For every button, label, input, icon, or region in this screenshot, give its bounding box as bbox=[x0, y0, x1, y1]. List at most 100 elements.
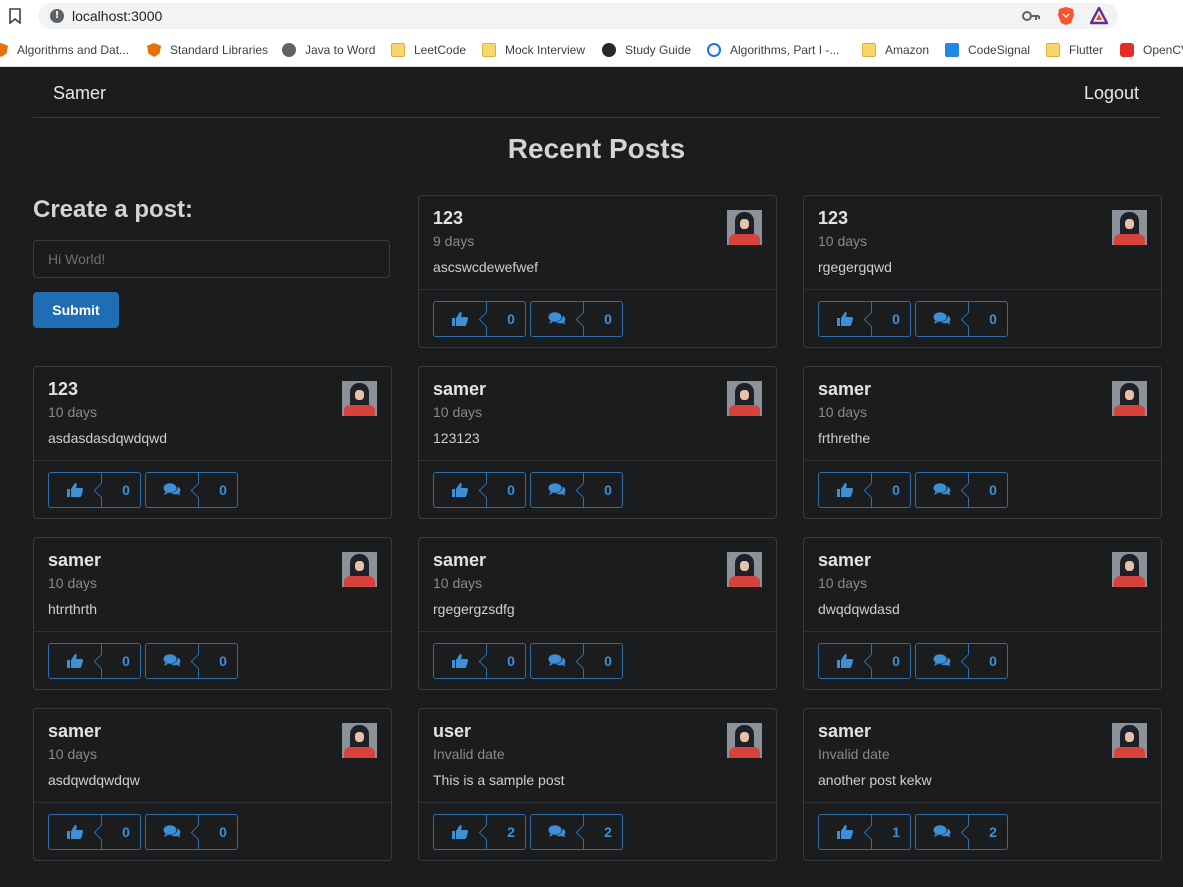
avatar-face bbox=[355, 732, 364, 742]
comment-count[interactable]: 2 bbox=[969, 814, 1008, 850]
post-author[interactable]: samer bbox=[818, 721, 871, 742]
like-button[interactable]: 0 bbox=[433, 472, 526, 508]
comment-button[interactable]: 0 bbox=[530, 301, 623, 337]
like-count[interactable]: 0 bbox=[872, 643, 911, 679]
avatar-shirt bbox=[344, 747, 375, 758]
bookmark-item[interactable]: Amazon bbox=[862, 40, 929, 60]
post-author[interactable]: samer bbox=[433, 550, 486, 571]
brand-link[interactable]: Samer bbox=[53, 83, 106, 104]
post-date[interactable]: 9 days bbox=[433, 233, 474, 249]
thumbs-up-icon bbox=[452, 825, 469, 839]
post-author[interactable]: samer bbox=[818, 550, 871, 571]
comment-count[interactable]: 2 bbox=[584, 814, 623, 850]
comment-count[interactable]: 0 bbox=[199, 472, 238, 508]
comment-button[interactable]: 0 bbox=[145, 643, 238, 679]
bookmark-item[interactable]: Standard Libraries bbox=[147, 40, 268, 60]
post-date[interactable]: 10 days bbox=[433, 575, 482, 591]
like-button[interactable]: 2 bbox=[433, 814, 526, 850]
bookmark-item[interactable]: OpenCV bbox=[1120, 40, 1183, 60]
comment-button[interactable]: 0 bbox=[915, 301, 1008, 337]
like-button[interactable]: 0 bbox=[48, 643, 141, 679]
post-date[interactable]: 10 days bbox=[818, 404, 867, 420]
bookmark-item[interactable]: Mock Interview bbox=[482, 40, 585, 60]
like-button[interactable]: 0 bbox=[433, 301, 526, 337]
comment-count[interactable]: 0 bbox=[199, 643, 238, 679]
bookmark-item[interactable]: CodeSignal bbox=[945, 40, 1030, 60]
comment-button[interactable]: 0 bbox=[915, 643, 1008, 679]
comment-button[interactable]: 0 bbox=[530, 643, 623, 679]
comment-count[interactable]: 0 bbox=[584, 301, 623, 337]
like-button[interactable]: 1 bbox=[818, 814, 911, 850]
like-count[interactable]: 0 bbox=[487, 301, 526, 337]
brave-rewards-icon[interactable] bbox=[1090, 7, 1108, 25]
comments-icon bbox=[933, 654, 951, 667]
bookmark-item[interactable]: Study Guide bbox=[602, 40, 691, 60]
post-date[interactable]: 10 days bbox=[48, 746, 97, 762]
comment-count[interactable]: 0 bbox=[199, 814, 238, 850]
key-icon[interactable] bbox=[1022, 9, 1040, 23]
like-count[interactable]: 1 bbox=[872, 814, 911, 850]
like-count[interactable]: 0 bbox=[102, 472, 141, 508]
post-date[interactable]: Invalid date bbox=[818, 746, 890, 762]
post-actions: 1 2 bbox=[818, 814, 1012, 850]
post-author[interactable]: 123 bbox=[433, 208, 463, 229]
post-author[interactable]: samer bbox=[818, 379, 871, 400]
comment-button[interactable]: 0 bbox=[915, 472, 1008, 508]
bookmark-item[interactable]: Algorithms, Part I -... bbox=[707, 40, 839, 60]
card-divider bbox=[804, 289, 1161, 290]
comment-button[interactable]: 0 bbox=[145, 472, 238, 508]
like-button[interactable]: 0 bbox=[433, 643, 526, 679]
like-count[interactable]: 0 bbox=[102, 814, 141, 850]
post-input[interactable] bbox=[33, 240, 390, 278]
bookmark-item[interactable]: Java to Word bbox=[282, 40, 375, 60]
post-body: htrrthrth bbox=[48, 601, 98, 617]
post-date[interactable]: Invalid date bbox=[433, 746, 505, 762]
like-button[interactable]: 0 bbox=[818, 301, 911, 337]
post-date[interactable]: 10 days bbox=[48, 575, 97, 591]
logout-link[interactable]: Logout bbox=[1084, 83, 1139, 104]
post-author[interactable]: samer bbox=[433, 379, 486, 400]
comment-button[interactable]: 2 bbox=[915, 814, 1008, 850]
info-icon[interactable]: ! bbox=[50, 9, 64, 23]
avatar-face bbox=[740, 732, 749, 742]
post-date[interactable]: 10 days bbox=[433, 404, 482, 420]
like-button[interactable]: 0 bbox=[48, 472, 141, 508]
bookmark-icon[interactable] bbox=[9, 8, 21, 24]
comment-count[interactable]: 0 bbox=[969, 643, 1008, 679]
like-count[interactable]: 2 bbox=[487, 814, 526, 850]
comment-button[interactable]: 0 bbox=[530, 472, 623, 508]
submit-button[interactable]: Submit bbox=[33, 292, 119, 328]
post-date[interactable]: 10 days bbox=[818, 233, 867, 249]
comment-count[interactable]: 0 bbox=[969, 301, 1008, 337]
bookmark-item[interactable]: Algorithms and Dat... bbox=[0, 40, 129, 60]
post-date[interactable]: 10 days bbox=[818, 575, 867, 591]
like-count[interactable]: 0 bbox=[872, 472, 911, 508]
like-button[interactable]: 0 bbox=[818, 472, 911, 508]
comment-count[interactable]: 0 bbox=[584, 643, 623, 679]
page-title: Recent Posts bbox=[507, 133, 686, 164]
comment-count[interactable]: 0 bbox=[969, 472, 1008, 508]
bookmark-item[interactable]: LeetCode bbox=[391, 40, 466, 60]
avatar-shirt bbox=[344, 576, 375, 587]
address-bar[interactable]: ! localhost:3000 bbox=[38, 3, 1118, 29]
like-button[interactable]: 0 bbox=[818, 643, 911, 679]
like-button[interactable]: 0 bbox=[48, 814, 141, 850]
comment-button[interactable]: 0 bbox=[145, 814, 238, 850]
bookmark-item[interactable]: Flutter bbox=[1046, 40, 1103, 60]
brave-shield-icon[interactable] bbox=[1057, 6, 1075, 26]
url-text[interactable]: localhost:3000 bbox=[72, 8, 162, 24]
post-author[interactable]: 123 bbox=[818, 208, 848, 229]
comment-count[interactable]: 0 bbox=[584, 472, 623, 508]
post-author[interactable]: 123 bbox=[48, 379, 78, 400]
bookmark-label: Amazon bbox=[885, 43, 930, 57]
like-count[interactable]: 0 bbox=[487, 472, 526, 508]
post-date[interactable]: 10 days bbox=[48, 404, 97, 420]
coursera-icon bbox=[707, 43, 721, 57]
comment-button[interactable]: 2 bbox=[530, 814, 623, 850]
like-count[interactable]: 0 bbox=[487, 643, 526, 679]
post-author[interactable]: user bbox=[433, 721, 471, 742]
like-count[interactable]: 0 bbox=[102, 643, 141, 679]
post-author[interactable]: samer bbox=[48, 721, 101, 742]
post-author[interactable]: samer bbox=[48, 550, 101, 571]
like-count[interactable]: 0 bbox=[872, 301, 911, 337]
